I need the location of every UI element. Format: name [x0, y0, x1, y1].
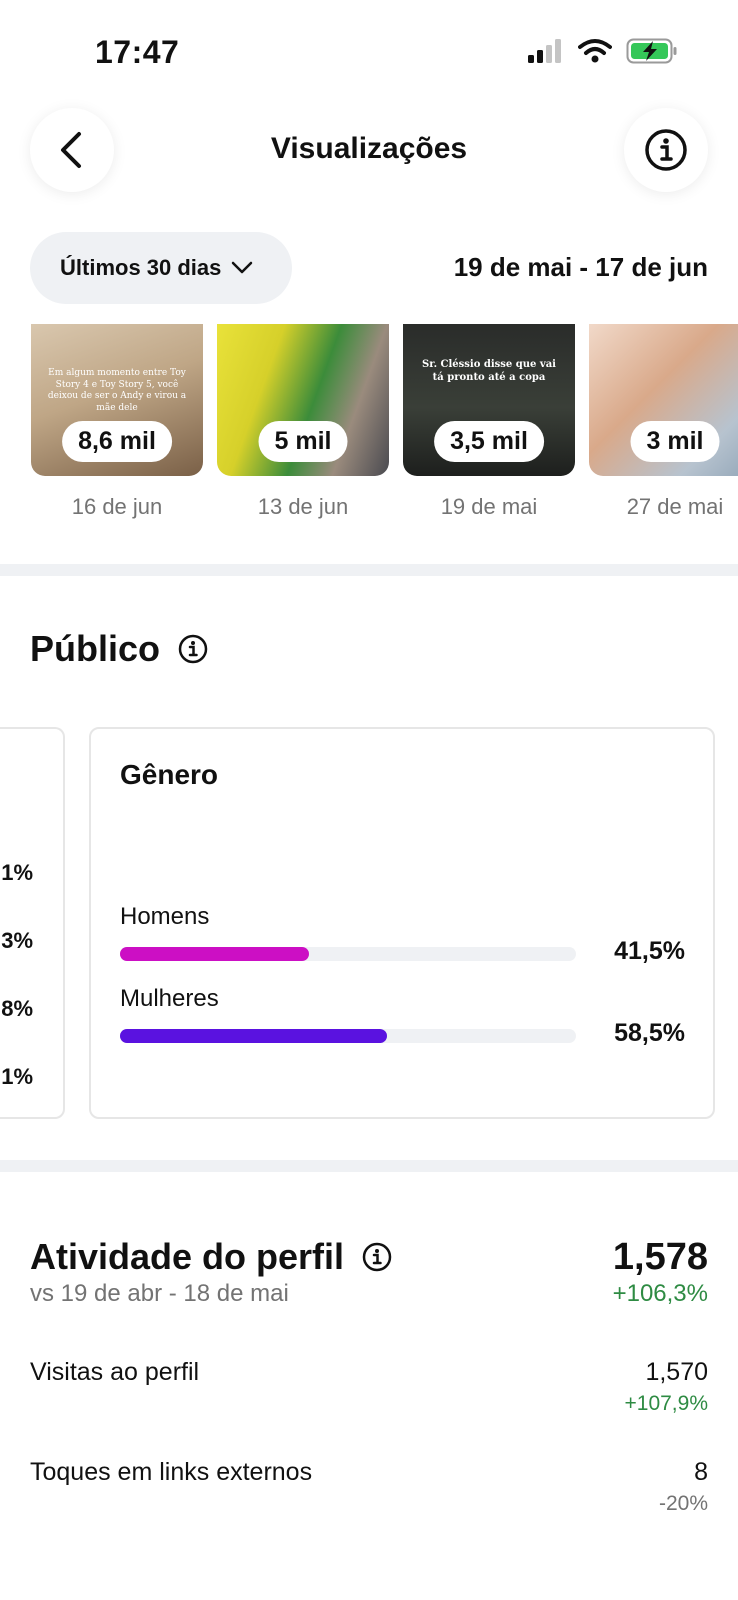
date-range: 19 de mai - 17 de jun: [453, 252, 708, 282]
top-navigation: Visualizações: [0, 108, 738, 198]
audience-title: Público: [30, 628, 161, 669]
info-icon[interactable]: [178, 634, 208, 664]
gender-bar-men: [120, 947, 576, 961]
thumbnail-caption: Em algum momento entre Toy Story 4 e Toy…: [47, 368, 187, 414]
metric-label-profile-visits: Visitas ao perfil: [30, 1358, 200, 1386]
activity-total: 1,578: [612, 1236, 708, 1278]
metric-value-profile-visits: 1,570: [645, 1358, 708, 1386]
views-badge: 8,6 mil: [62, 421, 172, 462]
gender-bar-women: [120, 1029, 576, 1043]
status-icons: [528, 38, 678, 64]
thumbnail-date: 16 de jun: [71, 494, 163, 519]
audience-value: 1%: [1, 860, 33, 885]
views-badge: 3,5 mil: [434, 421, 544, 462]
content-thumbnail[interactable]: 3 mil 27 de mai: [589, 324, 738, 520]
thumbnail-date: 19 de mai: [440, 494, 538, 519]
audience-value: 3%: [1, 928, 33, 953]
metric-label-external-links: Toques em links externos: [30, 1458, 313, 1486]
views-badge: 5 mil: [258, 421, 348, 462]
filter-row: Últimos 30 dias 19 de mai - 17 de jun: [30, 232, 708, 304]
status-bar: 17:47: [0, 0, 738, 100]
thumbnail-date: 27 de mai: [626, 494, 724, 519]
gender-bar-fill-men: [120, 947, 310, 961]
wifi-icon: [578, 39, 612, 63]
info-icon[interactable]: [362, 1242, 392, 1272]
gender-bar-fill-women: [120, 1029, 387, 1043]
audience-card-partial[interactable]: 1% 3% 8% 1%: [0, 727, 65, 1119]
audience-section-title: Público: [30, 628, 208, 670]
period-dropdown-label: Últimos 30 dias: [60, 255, 222, 280]
content-thumbnail[interactable]: Sr. Cléssio disse que vai tá pronto até …: [403, 324, 575, 520]
views-badge: 3 mil: [630, 421, 720, 462]
thumbnail-caption: Sr. Cléssio disse que vai tá pronto até …: [422, 359, 556, 383]
info-icon: [645, 129, 687, 171]
content-thumbnail[interactable]: 5 mil 13 de jun: [217, 324, 389, 520]
gender-value-men: 41,5%: [614, 937, 685, 965]
content-thumbnail-image: Em algum momento entre Toy Story 4 e Toy…: [31, 324, 203, 476]
gender-label-men: Homens: [120, 903, 210, 930]
gender-card[interactable]: Gênero Homens 41,5% Mulheres 58,5%: [89, 727, 715, 1119]
gender-label-women: Mulheres: [120, 985, 219, 1012]
audience-value: 8%: [1, 996, 33, 1021]
audience-value: 1%: [1, 1064, 33, 1089]
activity-title: Atividade do perfil: [30, 1236, 345, 1277]
thumbnail-date: 13 de jun: [257, 494, 349, 519]
content-thumbnail-image: 3 mil: [589, 324, 738, 476]
period-dropdown[interactable]: Últimos 30 dias: [30, 232, 292, 304]
content-thumbnail[interactable]: Em algum momento entre Toy Story 4 e Toy…: [31, 324, 203, 520]
activity-comparison: vs 19 de abr - 18 de mai: [30, 1280, 289, 1307]
gender-card-title: Gênero: [120, 759, 219, 790]
top-content-carousel[interactable]: Em algum momento entre Toy Story 4 e Toy…: [0, 324, 738, 524]
status-time: 17:47: [95, 34, 180, 70]
section-divider: [0, 564, 738, 576]
cellular-signal-icon: [528, 39, 561, 63]
activity-total-change: +106,3%: [612, 1280, 708, 1307]
section-divider: [0, 1160, 738, 1172]
content-thumbnail-image: 5 mil: [217, 324, 389, 476]
activity-section-title: Atividade do perfil: [30, 1236, 392, 1278]
chevron-down-icon: [232, 261, 253, 274]
metric-value-external-links: 8: [694, 1458, 708, 1486]
info-button[interactable]: [624, 108, 708, 192]
metric-change-external-links: -20%: [658, 1492, 708, 1515]
metric-change-profile-visits: +107,9%: [624, 1392, 709, 1415]
gender-value-women: 58,5%: [614, 1019, 685, 1047]
content-thumbnail-image: Sr. Cléssio disse que vai tá pronto até …: [403, 324, 575, 476]
battery-charging-icon: [626, 38, 677, 64]
